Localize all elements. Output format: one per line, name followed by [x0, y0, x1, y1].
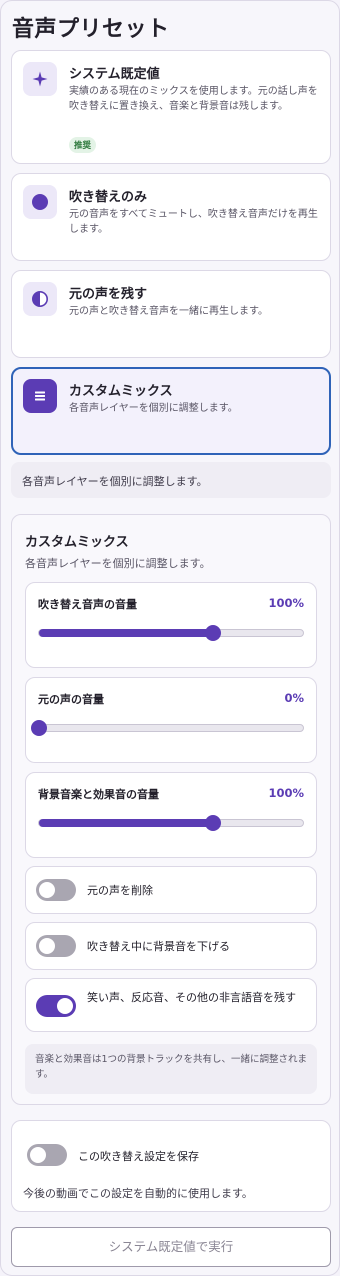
toggle-knob — [39, 938, 55, 954]
toggle-knob — [39, 882, 55, 898]
preset-card-keep-original[interactable]: 元の声を残す 元の声と吹き替え音声を一緒に再生します。 — [11, 270, 331, 358]
slider-label: 背景音楽と効果音の音量 — [38, 788, 159, 801]
background-volume-card: 背景音楽と効果音の音量 100% — [25, 772, 317, 858]
half-circle-icon — [23, 282, 57, 316]
save-settings-hint: 今後の動画でこの設定を自動的に使用します。 — [23, 1187, 253, 1200]
panel-title: カスタムミックス — [25, 535, 129, 550]
note-text: 音楽と効果音は1つの背景トラックを共有し、一緒に調整されます。 — [35, 1054, 308, 1080]
preset-description: 各音声レイヤーを個別に調整します。 — [69, 403, 238, 414]
toggle-label: 吹き替え中に背景音を下げる — [87, 940, 230, 953]
layers-icon — [23, 379, 57, 413]
toggle-row-keep-nonverbal[interactable]: 笑い声、反応音、その他の非言語音を残す — [25, 978, 317, 1032]
preset-title: システム既定値 — [69, 67, 160, 82]
background-volume-slider[interactable] — [38, 815, 304, 831]
preset-card-custom-mix[interactable]: カスタムミックス 各音声レイヤーを個別に調整します。 — [11, 367, 331, 455]
save-settings-toggle[interactable] — [27, 1144, 67, 1166]
page-title: 音声プリセット — [12, 17, 170, 42]
selected-preset-info: 各音声レイヤーを個別に調整します。 — [11, 462, 331, 498]
preset-title: カスタムミックス — [69, 384, 173, 399]
sparkle-icon — [23, 62, 57, 96]
slider-thumb[interactable] — [205, 625, 222, 641]
save-settings-card: この吹き替え設定を保存 今後の動画でこの設定を自動的に使用します。 — [11, 1120, 331, 1212]
preset-description: 元の音声をすべてミュートし、吹き替え音声だけを再生します。 — [69, 209, 318, 235]
slider-label: 吹き替え音声の音量 — [38, 598, 137, 611]
slider-fill — [39, 819, 214, 827]
slider-fill — [39, 629, 214, 637]
slider-value: 100% — [268, 596, 304, 610]
slider-thumb[interactable] — [205, 815, 222, 831]
run-with-defaults-button[interactable]: システム既定値で実行 — [11, 1227, 331, 1267]
recommended-badge: 推奨 — [69, 137, 97, 153]
preset-description: 実績のある現在のミックスを使用します。元の話し声を吹き替えに置き換え、音楽と背景… — [69, 86, 318, 112]
toggle-row-duck-background[interactable]: 吹き替え中に背景音を下げる — [25, 922, 317, 970]
original-voice-volume-card: 元の声の音量 0% — [25, 677, 317, 763]
audio-preset-panel: 音声プリセット システム既定値 実績のある現在のミックスを使用します。元の話し声… — [0, 0, 340, 1276]
save-settings-label: この吹き替え設定を保存 — [78, 1150, 199, 1163]
toggle-knob — [57, 998, 73, 1014]
remove-original-toggle[interactable] — [36, 879, 76, 901]
slider-label: 元の声の音量 — [38, 693, 104, 706]
panel-subtitle: 各音声レイヤーを個別に調整します。 — [25, 557, 211, 570]
mix-note: 音楽と効果音は1つの背景トラックを共有し、一緒に調整されます。 — [25, 1044, 317, 1094]
custom-mix-panel: カスタムミックス 各音声レイヤーを個別に調整します。 吹き替え音声の音量 100… — [11, 514, 331, 1105]
original-voice-volume-slider[interactable] — [31, 720, 304, 736]
slider-value: 100% — [268, 786, 304, 800]
dub-volume-slider[interactable] — [38, 625, 304, 641]
slider-value: 0% — [284, 691, 304, 705]
preset-title: 元の声を残す — [69, 287, 148, 302]
preset-title: 吹き替えのみ — [69, 190, 148, 205]
slider-thumb[interactable] — [31, 720, 47, 736]
toggle-label: 元の声を削除 — [87, 884, 153, 897]
toggle-label: 笑い声、反応音、その他の非言語音を残す — [87, 991, 296, 1004]
duck-background-toggle[interactable] — [36, 935, 76, 957]
filled-circle-icon — [23, 185, 57, 219]
dub-volume-card: 吹き替え音声の音量 100% — [25, 582, 317, 668]
preset-card-system-default[interactable]: システム既定値 実績のある現在のミックスを使用します。元の話し声を吹き替えに置き… — [11, 50, 331, 164]
toggle-row-remove-original[interactable]: 元の声を削除 — [25, 866, 317, 914]
info-text: 各音声レイヤーを個別に調整します。 — [22, 475, 208, 488]
preset-card-dub-only[interactable]: 吹き替えのみ 元の音声をすべてミュートし、吹き替え音声だけを再生します。 — [11, 173, 331, 261]
keep-nonverbal-toggle[interactable] — [36, 995, 76, 1017]
preset-description: 元の声と吹き替え音声を一緒に再生します。 — [69, 306, 268, 317]
toggle-knob — [30, 1147, 46, 1163]
